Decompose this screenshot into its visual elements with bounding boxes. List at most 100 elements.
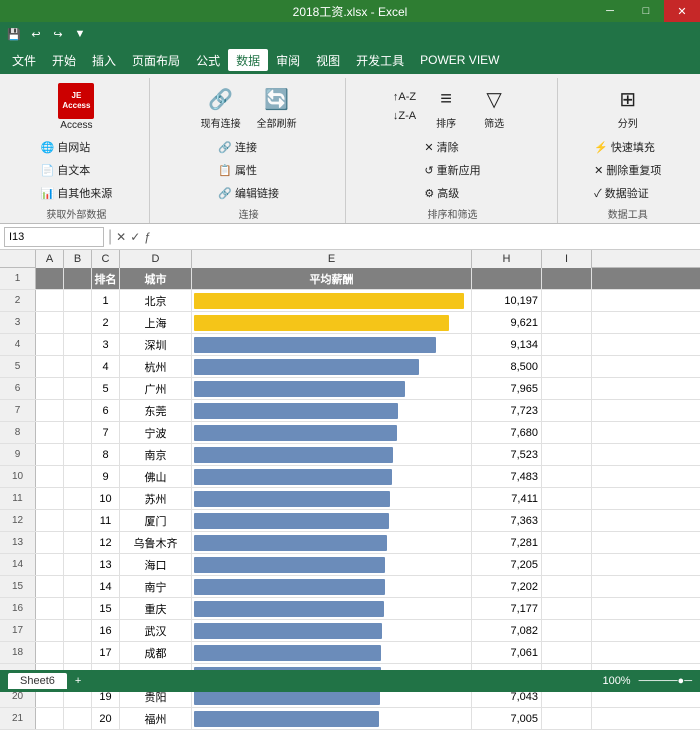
cancel-formula-icon[interactable]: ✕ xyxy=(116,230,126,244)
sheet-tab-sheet6[interactable]: Sheet6 xyxy=(8,673,67,689)
menu-developer[interactable]: 开发工具 xyxy=(348,49,412,71)
name-box[interactable]: I13 xyxy=(4,227,104,247)
table-row[interactable]: 16 15 重庆 7,177 xyxy=(0,598,700,620)
refresh-icon: 🔄 xyxy=(261,83,293,115)
row-num-17: 17 xyxy=(0,620,36,641)
other-sources-button[interactable]: 📊 自其他来源 xyxy=(36,182,118,204)
menu-data[interactable]: 数据 xyxy=(228,49,268,71)
table-row[interactable]: 13 12 乌鲁木齐 7,281 xyxy=(0,532,700,554)
cell-a-2 xyxy=(36,290,64,311)
menu-page-layout[interactable]: 页面布局 xyxy=(124,49,188,71)
confirm-formula-icon[interactable]: ✓ xyxy=(130,230,140,244)
sort-button[interactable]: ≡ 排序 xyxy=(423,80,469,133)
menu-formula[interactable]: 公式 xyxy=(188,49,228,71)
cell-salary-13: 7,281 xyxy=(472,532,542,553)
table-row[interactable]: 6 5 广州 7,965 xyxy=(0,378,700,400)
qa-dropdown-icon[interactable]: ▼ xyxy=(70,24,90,44)
menu-insert[interactable]: 插入 xyxy=(84,49,124,71)
col-header-e[interactable]: E xyxy=(192,250,472,268)
col-header-c[interactable]: C xyxy=(92,250,120,268)
table-row[interactable]: 8 7 宁波 7,680 xyxy=(0,422,700,444)
maximize-button[interactable]: □ xyxy=(628,0,664,22)
remove-dup-button[interactable]: ✕ 删除重复项 xyxy=(589,159,666,181)
col-header-a[interactable]: A xyxy=(36,250,64,268)
col-header-d[interactable]: D xyxy=(120,250,192,268)
table-row[interactable]: 9 8 南京 7,523 xyxy=(0,444,700,466)
table-row[interactable]: 15 14 南宁 7,202 xyxy=(0,576,700,598)
cell-bar-21 xyxy=(192,708,472,729)
undo-icon[interactable]: ↩ xyxy=(26,24,46,44)
cell-i-15 xyxy=(542,576,592,597)
col-header-i[interactable]: I xyxy=(542,250,592,268)
text-button[interactable]: 📄 自文本 xyxy=(36,159,118,181)
menu-file[interactable]: 文件 xyxy=(4,49,44,71)
menu-review[interactable]: 审阅 xyxy=(268,49,308,71)
edit-links-button[interactable]: 🔗 编辑链接 xyxy=(213,182,284,204)
status-right: 100% ─────●─ xyxy=(602,675,692,687)
row-num-18: 18 xyxy=(0,642,36,663)
refresh-all-button[interactable]: 🔄 全部刷新 xyxy=(250,80,304,133)
table-row[interactable]: 3 2 上海 9,621 xyxy=(0,312,700,334)
reapply-button[interactable]: ↺ 重新应用 xyxy=(419,159,485,181)
table-row[interactable]: 21 20 福州 7,005 xyxy=(0,708,700,730)
bar-15 xyxy=(194,579,385,595)
filter-button[interactable]: ▽ 筛选 xyxy=(471,80,517,133)
filter-icon: ▽ xyxy=(478,83,510,115)
header-cell-h xyxy=(472,268,542,289)
bar-16 xyxy=(194,601,384,617)
formula-input[interactable] xyxy=(155,227,696,247)
sort-az-button[interactable]: ↑A-Z xyxy=(388,88,421,106)
table-row[interactable]: 12 11 厦门 7,363 xyxy=(0,510,700,532)
col-header-h[interactable]: H xyxy=(472,250,542,268)
ribbon-group-data-tools: ⊞ 分列 ⚡ 快速填充 ✕ 删除重复项 ✓ 数据验证 数据工具 xyxy=(560,78,696,223)
menu-home[interactable]: 开始 xyxy=(44,49,84,71)
sort-za-button[interactable]: ↓Z-A xyxy=(388,107,421,125)
save-icon[interactable]: 💾 xyxy=(4,24,24,44)
cell-bar-6 xyxy=(192,378,472,399)
table-row[interactable]: 18 17 成都 7,061 xyxy=(0,642,700,664)
cell-bar-10 xyxy=(192,466,472,487)
data-tools-label: 数据工具 xyxy=(608,206,648,221)
menu-view[interactable]: 视图 xyxy=(308,49,348,71)
data-rows-container: 2 1 北京 10,197 3 2 上海 9,621 4 3 深圳 xyxy=(0,290,700,730)
cell-salary-3: 9,621 xyxy=(472,312,542,333)
minimize-button[interactable]: ─ xyxy=(592,0,628,22)
cell-b-17 xyxy=(64,620,92,641)
cell-a-12 xyxy=(36,510,64,531)
cell-a-7 xyxy=(36,400,64,421)
cell-rank-2: 1 xyxy=(92,290,120,311)
quick-fill-button[interactable]: ⚡ 快速填充 xyxy=(589,136,666,158)
table-row[interactable]: 4 3 深圳 9,134 xyxy=(0,334,700,356)
insert-function-icon[interactable]: ƒ xyxy=(144,230,151,244)
table-row[interactable]: 17 16 武汉 7,082 xyxy=(0,620,700,642)
table-row[interactable]: 14 13 海口 7,205 xyxy=(0,554,700,576)
table-row[interactable]: 2 1 北京 10,197 xyxy=(0,290,700,312)
access-button[interactable]: JEAccess Access xyxy=(51,80,101,134)
clear-button[interactable]: ✕ 清除 xyxy=(419,136,485,158)
connections-button[interactable]: 🔗 连接 xyxy=(213,136,284,158)
table-row[interactable]: 5 4 杭州 8,500 xyxy=(0,356,700,378)
existing-connections-button[interactable]: 🔗 现有连接 xyxy=(194,80,248,133)
bar-container-21 xyxy=(192,708,471,729)
redo-icon[interactable]: ↪ xyxy=(48,24,68,44)
menu-power-view[interactable]: POWER VIEW xyxy=(412,49,507,71)
cell-bar-13 xyxy=(192,532,472,553)
cell-city-9: 南京 xyxy=(120,444,192,465)
row-num-6: 6 xyxy=(0,378,36,399)
web-button[interactable]: 🌐 自网站 xyxy=(36,136,118,158)
cell-city-18: 成都 xyxy=(120,642,192,663)
table-row[interactable]: 10 9 佛山 7,483 xyxy=(0,466,700,488)
data-validation-button[interactable]: ✓ 数据验证 xyxy=(589,182,666,204)
advanced-button[interactable]: ⚙ 高级 xyxy=(419,182,485,204)
table-row[interactable]: 11 10 苏州 7,411 xyxy=(0,488,700,510)
properties-button[interactable]: 📋 属性 xyxy=(213,159,284,181)
col-header-b[interactable]: B xyxy=(64,250,92,268)
cell-reference: I13 xyxy=(9,231,24,243)
table-row[interactable]: 7 6 东莞 7,723 xyxy=(0,400,700,422)
add-sheet-button[interactable]: + xyxy=(75,675,81,687)
close-button[interactable]: ✕ xyxy=(664,0,700,22)
cell-rank-13: 12 xyxy=(92,532,120,553)
split-column-button[interactable]: ⊞ 分列 xyxy=(605,80,651,133)
cell-city-4: 深圳 xyxy=(120,334,192,355)
zoom-slider[interactable]: ─────●─ xyxy=(639,675,692,687)
